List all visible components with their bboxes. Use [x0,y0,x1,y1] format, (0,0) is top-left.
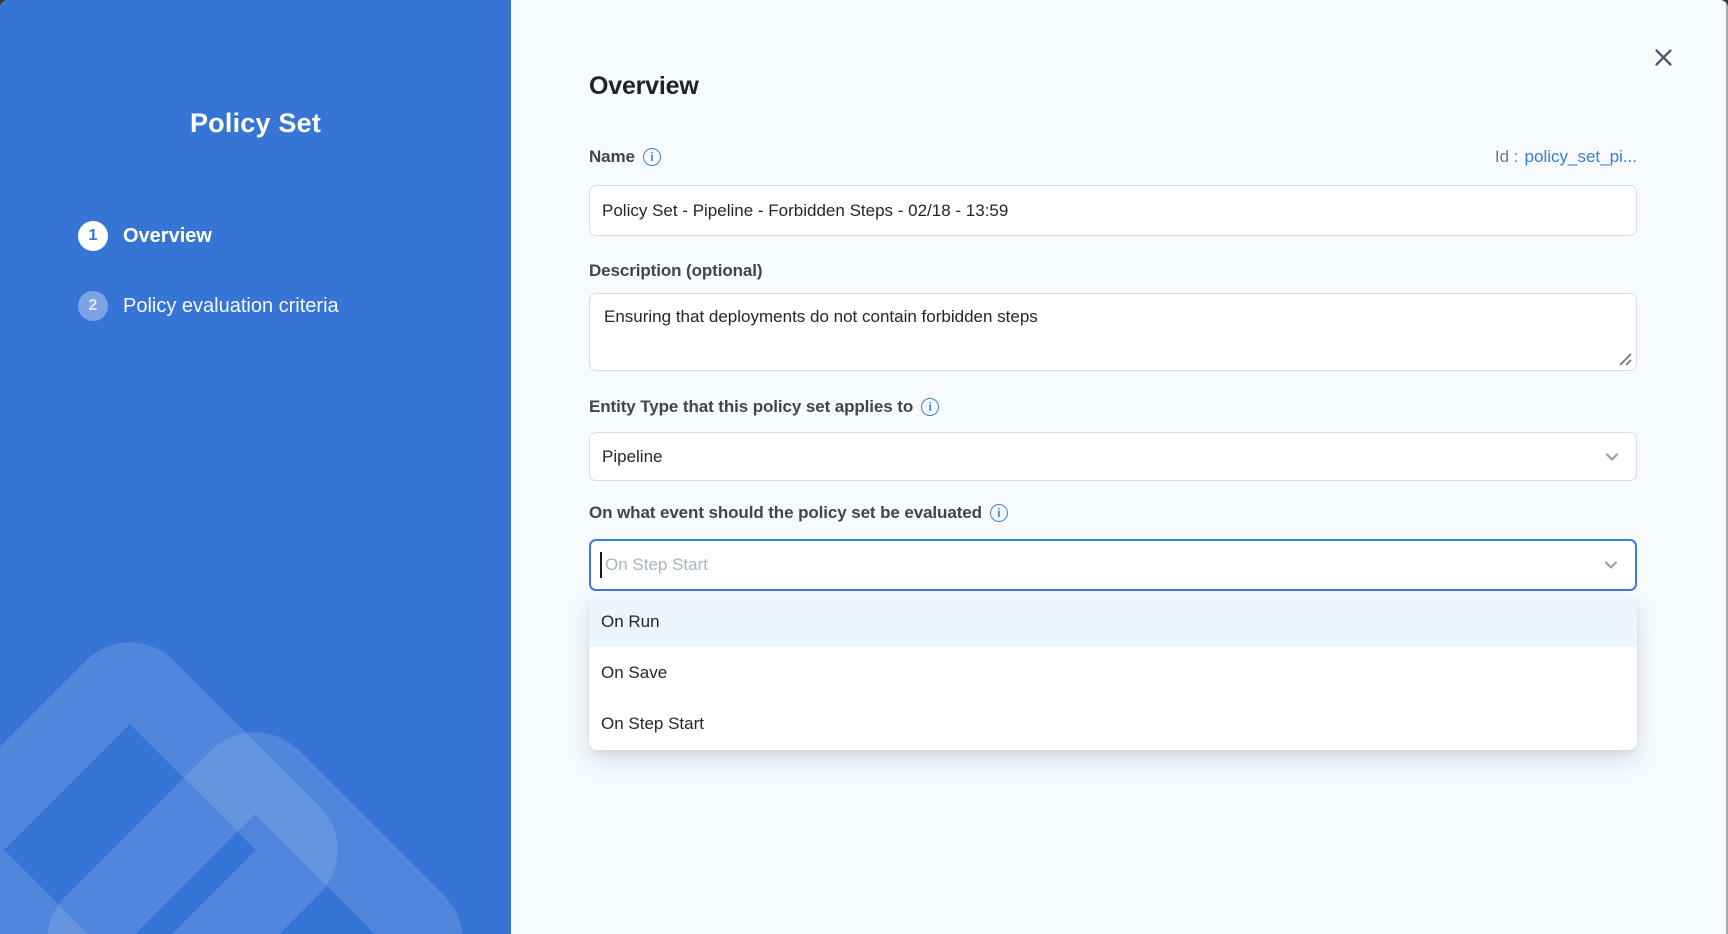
policy-set-dialog: Policy Set 1 Overview 2 Policy evaluatio… [0,0,1728,934]
step-list: 1 Overview 2 Policy evaluation criteria [78,221,339,361]
event-option[interactable]: On Run [589,596,1637,647]
event-options-menu: On Run On Save On Step Start [589,596,1637,750]
info-icon[interactable]: i [990,504,1008,522]
entity-type-label: Entity Type that this policy set applies… [589,397,913,417]
step-policy-evaluation-criteria[interactable]: 2 Policy evaluation criteria [78,291,339,321]
chevron-down-icon [1601,555,1621,575]
entity-type-select[interactable]: Pipeline [589,432,1637,481]
info-icon[interactable]: i [921,398,939,416]
event-label: On what event should the policy set be e… [589,503,982,523]
info-icon[interactable]: i [643,148,661,166]
sidebar-title: Policy Set [0,108,511,139]
text-caret [600,552,602,578]
page-title: Overview [589,72,699,101]
policy-set-id-link[interactable]: policy_set_pi... [1525,147,1637,167]
overview-step-panel: Overview Name i Id : policy_set_pi... De… [511,0,1728,934]
close-button[interactable] [1649,43,1677,71]
close-icon [1653,47,1674,68]
entity-type-value: Pipeline [602,447,663,467]
step-overview[interactable]: 1 Overview [78,221,339,251]
event-option[interactable]: On Save [589,647,1637,698]
step-2-label: Policy evaluation criteria [123,295,339,318]
step-1-label: Overview [123,225,212,248]
name-input[interactable] [589,185,1637,236]
name-label: Name [589,147,635,167]
description-textarea[interactable]: Ensuring that deployments do not contain… [589,293,1637,371]
event-option[interactable]: On Step Start [589,698,1637,749]
chevron-down-icon [1602,447,1622,467]
id-label: Id : [1495,147,1519,167]
event-select[interactable]: On Step Start [589,539,1637,591]
sidebar: Policy Set 1 Overview 2 Policy evaluatio… [0,0,511,934]
resize-handle-icon[interactable] [1619,353,1632,366]
event-placeholder: On Step Start [605,555,708,575]
description-label: Description (optional) [589,261,762,281]
step-2-indicator: 2 [78,291,108,321]
step-1-indicator: 1 [78,221,108,251]
